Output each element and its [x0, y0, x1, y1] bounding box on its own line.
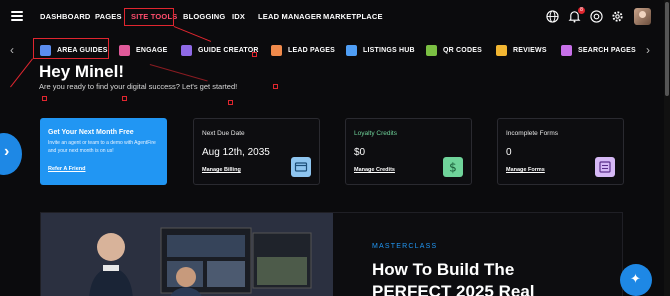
- annotation-marker: [252, 52, 257, 57]
- annotation-marker: [122, 96, 127, 101]
- nav-idx[interactable]: IDX: [232, 12, 245, 21]
- svg-text:$: $: [449, 161, 457, 175]
- subnav-search-pages[interactable]: SEARCH PAGES: [561, 42, 636, 58]
- card-description: Invite an agent or team to a demo with A…: [48, 140, 156, 154]
- globe-icon[interactable]: [546, 10, 559, 23]
- reviews-icon: [496, 44, 507, 56]
- notification-badge: 8: [578, 7, 585, 14]
- support-icon[interactable]: [590, 10, 603, 23]
- annotation-marker: [228, 100, 233, 105]
- nav-blogging[interactable]: BLOGGING: [183, 12, 225, 21]
- card-title: Next Due Date: [202, 130, 245, 137]
- incomplete-forms-card: Incomplete Forms 0 Manage Forms: [497, 118, 624, 185]
- banner-tag: MASTERCLASS: [372, 243, 438, 250]
- card-title: Get Your Next Month Free: [48, 129, 134, 136]
- highlight-box: [33, 38, 109, 59]
- card-value: Aug 12th, 2035: [202, 147, 270, 158]
- menu-icon[interactable]: [11, 11, 23, 21]
- billing-icon: [291, 157, 311, 177]
- sidebar-toggle-button[interactable]: ›: [0, 133, 22, 175]
- search-pages-icon: [561, 44, 572, 56]
- subnav-label: ENGAGE: [136, 46, 168, 54]
- subnav-guide-creator[interactable]: GUIDE CREATOR: [181, 42, 259, 58]
- subnav-listings-hub[interactable]: LISTINGS HUB: [346, 42, 415, 58]
- subnav-lead-pages[interactable]: LEAD PAGES: [271, 42, 335, 58]
- masterclass-banner[interactable]: MASTERCLASS How To Build The PERFECT 202…: [40, 212, 623, 296]
- top-navigation: DASHBOARD PAGES SITE TOOLS BLOGGING IDX …: [0, 0, 664, 34]
- chevron-right-icon: ›: [4, 143, 10, 160]
- subnav-label: GUIDE CREATOR: [198, 46, 259, 54]
- manage-credits-link[interactable]: Manage Credits: [354, 167, 395, 173]
- scroll-left-icon[interactable]: ‹: [10, 43, 14, 57]
- nav-dashboard[interactable]: DASHBOARD: [40, 12, 91, 21]
- page-title: Hey Minel!: [39, 62, 125, 81]
- sparkle-icon: ✦: [630, 271, 641, 286]
- masterclass-thumbnail: [41, 213, 333, 296]
- annotation-marker: [273, 84, 278, 89]
- avatar[interactable]: [634, 8, 651, 25]
- listings-hub-icon: [346, 44, 357, 56]
- manage-forms-link[interactable]: Manage Forms: [506, 167, 545, 173]
- subnav-label: SEARCH PAGES: [578, 46, 636, 54]
- subnav-qr-codes[interactable]: QR CODES: [426, 42, 482, 58]
- page-subtitle: Are you ready to find your digital succe…: [39, 82, 238, 91]
- scroll-right-icon[interactable]: ›: [646, 43, 650, 57]
- card-value: 0: [506, 147, 512, 158]
- loyalty-credits-card: Loyalty Credits $0 Manage Credits $: [345, 118, 472, 185]
- card-title: Loyalty Credits: [354, 130, 397, 137]
- subnav-label: REVIEWS: [513, 46, 547, 54]
- refer-friend-link[interactable]: Refer A Friend: [48, 166, 86, 172]
- page-scrollbar[interactable]: [664, 0, 670, 296]
- lead-pages-icon: [271, 44, 282, 56]
- subnav-label: LISTINGS HUB: [363, 46, 415, 54]
- nav-lead-manager[interactable]: LEAD MANAGER: [258, 12, 322, 21]
- subnav-engage[interactable]: ENGAGE: [119, 42, 168, 58]
- qr-codes-icon: [426, 44, 437, 56]
- subnav-label: LEAD PAGES: [288, 46, 335, 54]
- nav-pages[interactable]: PAGES: [95, 12, 122, 21]
- scrollbar-thumb[interactable]: [665, 2, 669, 96]
- referral-card: Get Your Next Month Free Invite an agent…: [40, 118, 167, 185]
- engage-icon: [119, 44, 130, 56]
- annotation-marker: [42, 96, 47, 101]
- gear-icon[interactable]: [611, 10, 624, 23]
- assistant-button[interactable]: ✦: [620, 264, 652, 296]
- subnav-label: QR CODES: [443, 46, 482, 54]
- guide-creator-icon: [181, 44, 192, 56]
- annotation-line: [149, 64, 208, 82]
- card-title: Incomplete Forms: [506, 130, 559, 137]
- card-value: $0: [354, 147, 366, 158]
- forms-icon: [595, 157, 615, 177]
- subnav-reviews[interactable]: REVIEWS: [496, 42, 547, 58]
- manage-billing-link[interactable]: Manage Billing: [202, 167, 241, 173]
- due-date-card: Next Due Date Aug 12th, 2035 Manage Bill…: [193, 118, 320, 185]
- nav-marketplace[interactable]: MARKETPLACE: [323, 12, 383, 21]
- banner-title: How To Build The PERFECT 2025 Real: [372, 260, 535, 296]
- highlight-box: [124, 8, 174, 26]
- dollar-icon: $: [443, 157, 463, 177]
